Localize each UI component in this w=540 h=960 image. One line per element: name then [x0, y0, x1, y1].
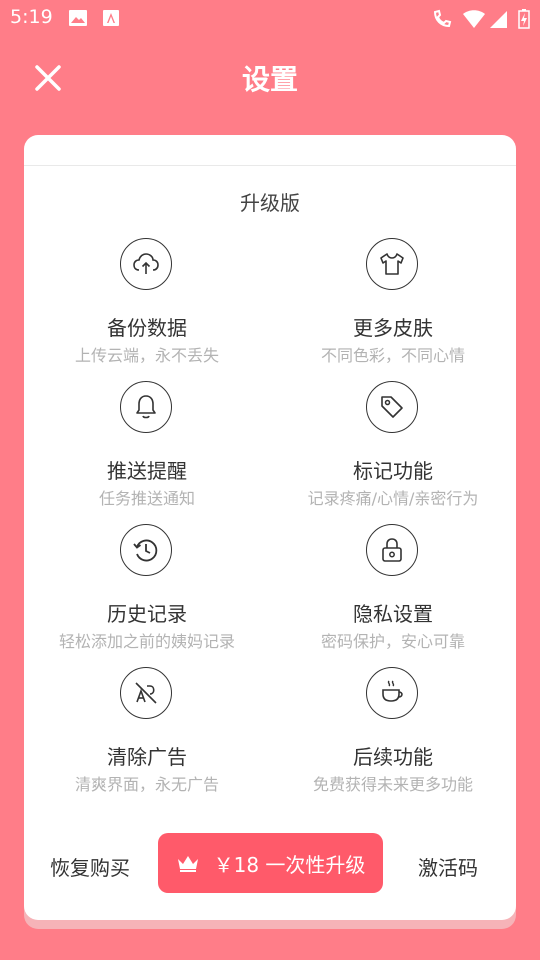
feature-title: 备份数据 — [107, 316, 187, 340]
feature-subtitle: 轻松添加之前的姨妈记录 — [58, 632, 235, 651]
feature-future: 后续功能 免费获得未来更多功能 — [270, 667, 516, 807]
feature-subtitle: 任务推送通知 — [98, 489, 195, 508]
feature-backup: 备份数据 上传云端，永不丢失 — [24, 238, 270, 378]
activation-code-button[interactable]: 激活码 — [418, 852, 478, 881]
crown-icon — [177, 856, 198, 872]
signal-icon — [490, 11, 507, 28]
tag-icon — [381, 396, 403, 418]
coffee-icon — [382, 680, 403, 702]
battery-icon — [518, 9, 530, 29]
feature-privacy: 隐私设置 密码保护，安心可靠 — [270, 524, 516, 664]
lock-icon — [382, 538, 402, 562]
feature-title: 标记功能 — [353, 459, 433, 483]
restore-purchase-button[interactable]: 恢复购买 — [50, 852, 130, 881]
feature-subtitle: 不同色彩，不同心情 — [320, 346, 465, 365]
call-icon — [433, 9, 452, 28]
feature-reminder: 推送提醒 任务推送通知 — [24, 381, 270, 521]
status-time: 5:19 — [10, 6, 53, 28]
feature-title: 推送提醒 — [107, 459, 187, 483]
upgrade-button[interactable]: ￥18 一次性升级 — [158, 833, 383, 893]
feature-subtitle: 记录疼痛/心情/亲密行为 — [307, 489, 479, 508]
feature-skins: 更多皮肤 不同色彩，不同心情 — [270, 238, 516, 378]
wifi-icon — [463, 10, 485, 28]
section-title: 升级版 — [240, 191, 300, 215]
feature-history: 历史记录 轻松添加之前的姨妈记录 — [24, 524, 270, 664]
feature-title: 隐私设置 — [353, 602, 433, 626]
upgrade-card: 升级版 备份数据 上传云端，永不丢失 更多皮肤 不同色彩，不同心情 推送提醒 任… — [24, 135, 516, 920]
upgrade-button-label: ￥18 一次性升级 — [213, 852, 366, 877]
feature-tags: 标记功能 记录疼痛/心情/亲密行为 — [270, 381, 516, 521]
status-bar: 5:19 — [0, 0, 540, 36]
bell-icon — [136, 395, 156, 419]
cloud-upload-icon — [133, 253, 159, 274]
feature-title: 历史记录 — [107, 602, 187, 626]
card-divider — [24, 165, 516, 166]
app-notification-icon — [103, 10, 119, 26]
feature-title: 更多皮肤 — [353, 316, 433, 340]
page-title: 设置 — [241, 63, 298, 96]
image-notification-icon — [69, 10, 87, 26]
feature-no-ads: 清除广告 清爽界面，永无广告 — [24, 667, 270, 807]
feature-subtitle: 密码保护，安心可靠 — [320, 632, 465, 651]
shirt-icon — [380, 253, 404, 275]
feature-subtitle: 上传云端，永不丢失 — [74, 346, 219, 365]
no-ads-icon — [135, 682, 157, 704]
feature-title: 后续功能 — [353, 745, 433, 769]
feature-subtitle: 清爽界面，永无广告 — [74, 775, 219, 794]
feature-subtitle: 免费获得未来更多功能 — [312, 775, 473, 794]
history-icon — [133, 539, 158, 562]
feature-title: 清除广告 — [107, 745, 187, 769]
